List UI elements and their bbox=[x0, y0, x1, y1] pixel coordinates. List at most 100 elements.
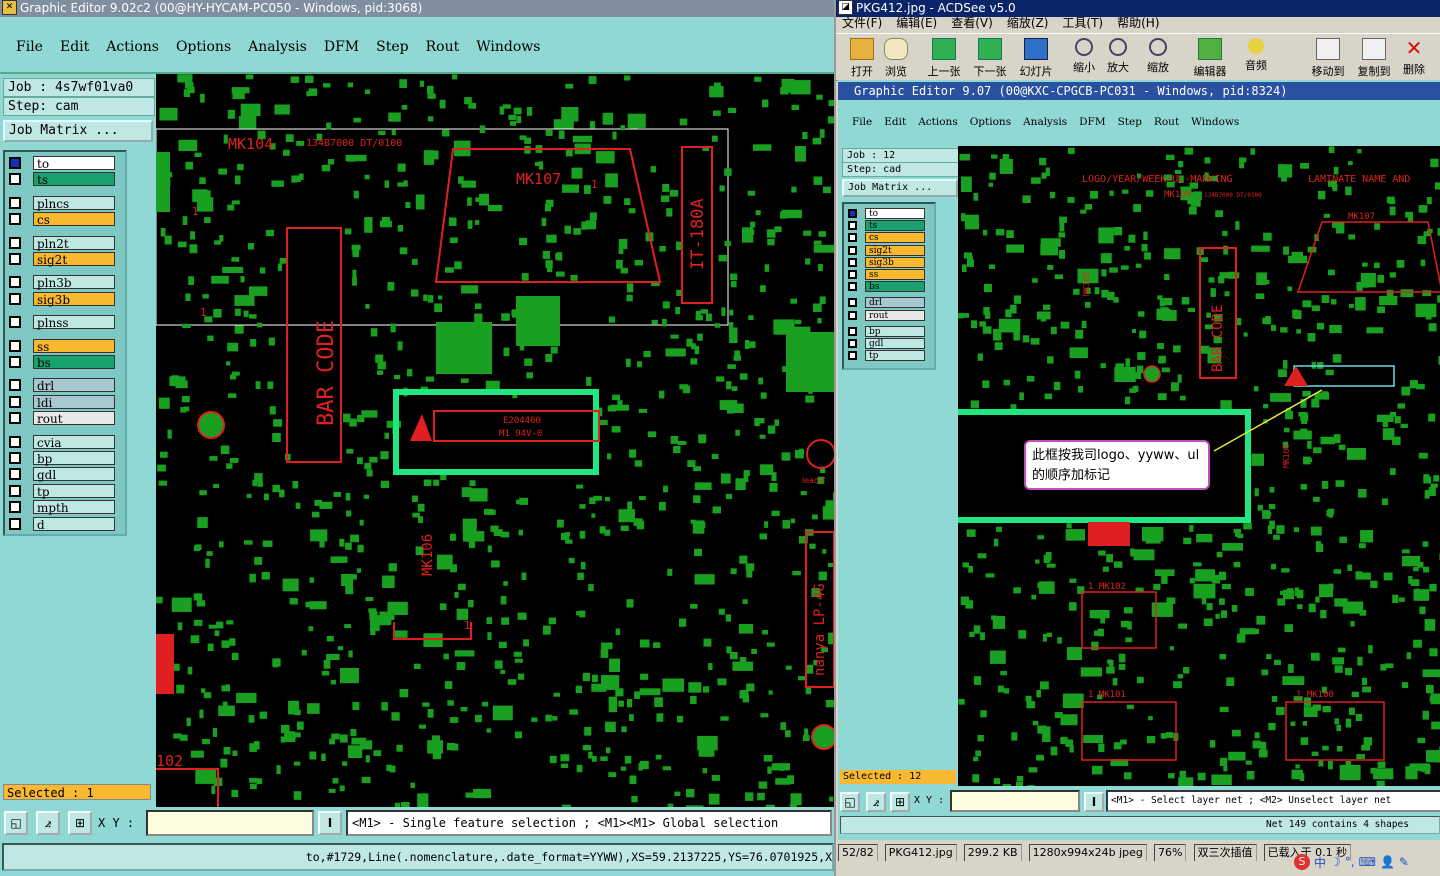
left-layer-name[interactable]: mpth bbox=[33, 500, 115, 515]
left-layer-name[interactable]: plnss bbox=[33, 315, 115, 330]
tool-next[interactable]: 下一张 bbox=[970, 38, 1010, 79]
inner-layer-name[interactable]: tp bbox=[865, 350, 925, 362]
left-layer-row-bs[interactable]: bs bbox=[9, 355, 115, 370]
inner-layer-name[interactable]: gdl bbox=[865, 338, 925, 349]
menu-cn-file[interactable]: 文件(F) bbox=[842, 14, 882, 30]
menu-rout[interactable]: Rout bbox=[426, 39, 460, 55]
left-layer-checkbox[interactable] bbox=[9, 395, 21, 408]
left-layer-row-ts[interactable]: ts bbox=[9, 172, 115, 187]
inner-layer-row-tp[interactable]: tp bbox=[848, 350, 925, 362]
menu-cn-zoom[interactable]: 缩放(Z) bbox=[1007, 14, 1049, 30]
left-layer-name[interactable]: tp bbox=[33, 483, 115, 499]
left-layer-name[interactable]: bp bbox=[33, 451, 115, 466]
inner-layer-name[interactable]: bs bbox=[865, 281, 925, 293]
left-layer-name[interactable]: ldi bbox=[33, 394, 115, 410]
inner-layer-row-cs[interactable]: cs bbox=[848, 232, 925, 244]
left-layer-row-pln3b[interactable]: pln3b bbox=[9, 275, 115, 290]
left-layer-row-to[interactable]: to bbox=[9, 156, 115, 171]
left-layer-checkbox[interactable] bbox=[9, 253, 21, 265]
left-layer-checkbox[interactable] bbox=[9, 517, 21, 530]
inner-layer-name[interactable]: bp bbox=[865, 325, 925, 337]
left-layer-name[interactable]: pln2t bbox=[33, 235, 115, 251]
left-layer-row-gdl[interactable]: gdl bbox=[9, 467, 115, 482]
inner-layer-checkbox[interactable] bbox=[848, 209, 857, 218]
left-layer-checkbox[interactable] bbox=[9, 173, 21, 186]
left-layer-row-tp[interactable]: tp bbox=[9, 483, 115, 499]
measure-icon[interactable]: ⦨ bbox=[36, 811, 60, 835]
menu-step[interactable]: Step bbox=[376, 39, 408, 55]
left-layer-checkbox[interactable] bbox=[9, 484, 21, 497]
inner-layer-checkbox[interactable] bbox=[848, 257, 857, 267]
left-layer-checkbox[interactable] bbox=[9, 435, 21, 448]
menu-options[interactable]: Options bbox=[176, 39, 231, 55]
inner-layer-checkbox[interactable] bbox=[848, 339, 857, 348]
pcb-canvas[interactable]: MK104 134B7000 DT/0100 MK107 1 1 1 1 BAR… bbox=[156, 74, 834, 807]
left-layer-row-cs[interactable]: cs bbox=[9, 212, 115, 227]
left-layer-row-mpth[interactable]: mpth bbox=[9, 500, 115, 515]
tool-browse[interactable]: 浏览 bbox=[876, 38, 916, 79]
tool-audio[interactable]: 音频 bbox=[1236, 38, 1276, 73]
inner-layer-checkbox[interactable] bbox=[848, 282, 857, 292]
left-layer-checkbox[interactable] bbox=[9, 236, 21, 249]
left-layer-checkbox[interactable] bbox=[9, 501, 21, 514]
job-matrix-button[interactable]: Job Matrix ... bbox=[3, 120, 153, 142]
inner-layer-checkbox[interactable] bbox=[848, 351, 857, 361]
inner-layer-checkbox[interactable] bbox=[848, 221, 857, 231]
tool-slideshow[interactable]: 幻灯片 bbox=[1016, 38, 1056, 79]
ime-toolbar[interactable]: S 中 ☽ °, ⌨ 👤 ✎ bbox=[1294, 851, 1440, 873]
left-layer-checkbox[interactable] bbox=[9, 316, 21, 329]
inner-layer-name[interactable]: drl bbox=[865, 297, 925, 309]
left-layer-name[interactable]: ss bbox=[33, 338, 115, 354]
left-layer-checkbox[interactable] bbox=[9, 379, 21, 392]
left-layer-row-rout[interactable]: rout bbox=[9, 411, 115, 426]
tool-copy-to[interactable]: 复制到 bbox=[1354, 38, 1394, 79]
ime-punct-icon[interactable]: °, bbox=[1345, 855, 1355, 869]
left-layer-row-plnss[interactable]: plnss bbox=[9, 315, 115, 330]
inner-layer-row-bp[interactable]: bp bbox=[848, 325, 925, 337]
zoom-fit-icon[interactable]: ◱ bbox=[4, 811, 28, 835]
inner-layer-row-gdl[interactable]: gdl bbox=[848, 338, 925, 349]
left-layer-checkbox[interactable] bbox=[9, 292, 21, 305]
left-layer-name[interactable]: sig3b bbox=[33, 291, 115, 307]
left-layer-name[interactable]: plncs bbox=[33, 195, 115, 211]
ime-keyboard-icon[interactable]: ⌨ bbox=[1359, 855, 1376, 869]
left-layer-row-pln2t[interactable]: pln2t bbox=[9, 235, 115, 251]
inner-layer-row-rout[interactable]: rout bbox=[848, 309, 925, 321]
inner-layer-name[interactable]: cs bbox=[865, 232, 925, 244]
inner-layer-row-sig2t[interactable]: sig2t bbox=[848, 244, 925, 256]
left-layer-checkbox[interactable] bbox=[9, 213, 21, 226]
tool-editor[interactable]: 编辑器 bbox=[1190, 38, 1230, 79]
inner-layer-name[interactable]: sig2t bbox=[865, 244, 925, 256]
tool-move-to[interactable]: 移动到 bbox=[1308, 38, 1348, 79]
left-layer-row-drl[interactable]: drl bbox=[9, 378, 115, 393]
inner-layer-row-sig3b[interactable]: sig3b bbox=[848, 256, 925, 268]
inner-layer-name[interactable]: ts bbox=[865, 220, 925, 232]
left-layer-name[interactable]: cs bbox=[33, 212, 115, 227]
ime-moon-icon[interactable]: ☽ bbox=[1330, 855, 1341, 869]
left-layer-checkbox[interactable] bbox=[9, 339, 21, 352]
inner-layer-row-drl[interactable]: drl bbox=[848, 297, 925, 309]
left-layer-row-ss[interactable]: ss bbox=[9, 338, 115, 354]
tool-zoom-in[interactable]: 放大 bbox=[1098, 38, 1138, 75]
left-title-bar[interactable]: ✕ Graphic Editor 9.02c2 (00@HY-HYCAM-PC05… bbox=[0, 0, 834, 17]
menu-windows[interactable]: Windows bbox=[476, 39, 540, 55]
inner-layer-checkbox[interactable] bbox=[848, 245, 857, 255]
left-layer-row-sig3b[interactable]: sig3b bbox=[9, 291, 115, 307]
menu-actions[interactable]: Actions bbox=[106, 39, 159, 55]
left-layer-name[interactable]: rout bbox=[33, 411, 115, 426]
inner-layer-name[interactable]: sig3b bbox=[865, 256, 925, 268]
left-layer-checkbox[interactable] bbox=[9, 196, 21, 209]
ime-s-icon[interactable]: S bbox=[1294, 854, 1310, 870]
left-layer-row-ldi[interactable]: ldi bbox=[9, 394, 115, 410]
inner-layer-checkbox[interactable] bbox=[848, 270, 857, 279]
grid-icon[interactable]: ⊞ bbox=[68, 811, 92, 835]
tool-delete[interactable]: ✕ 删除 bbox=[1394, 38, 1434, 77]
inner-layer-name[interactable]: rout bbox=[865, 309, 925, 321]
cursor-icon[interactable]: I bbox=[318, 811, 342, 835]
left-layer-name[interactable]: to bbox=[33, 156, 115, 171]
menu-cn-help[interactable]: 帮助(H) bbox=[1117, 14, 1159, 30]
xy-input[interactable] bbox=[146, 810, 314, 836]
left-layer-checkbox[interactable] bbox=[9, 468, 21, 481]
inner-layer-checkbox[interactable] bbox=[848, 233, 857, 243]
left-layer-row-d[interactable]: d bbox=[9, 516, 115, 532]
